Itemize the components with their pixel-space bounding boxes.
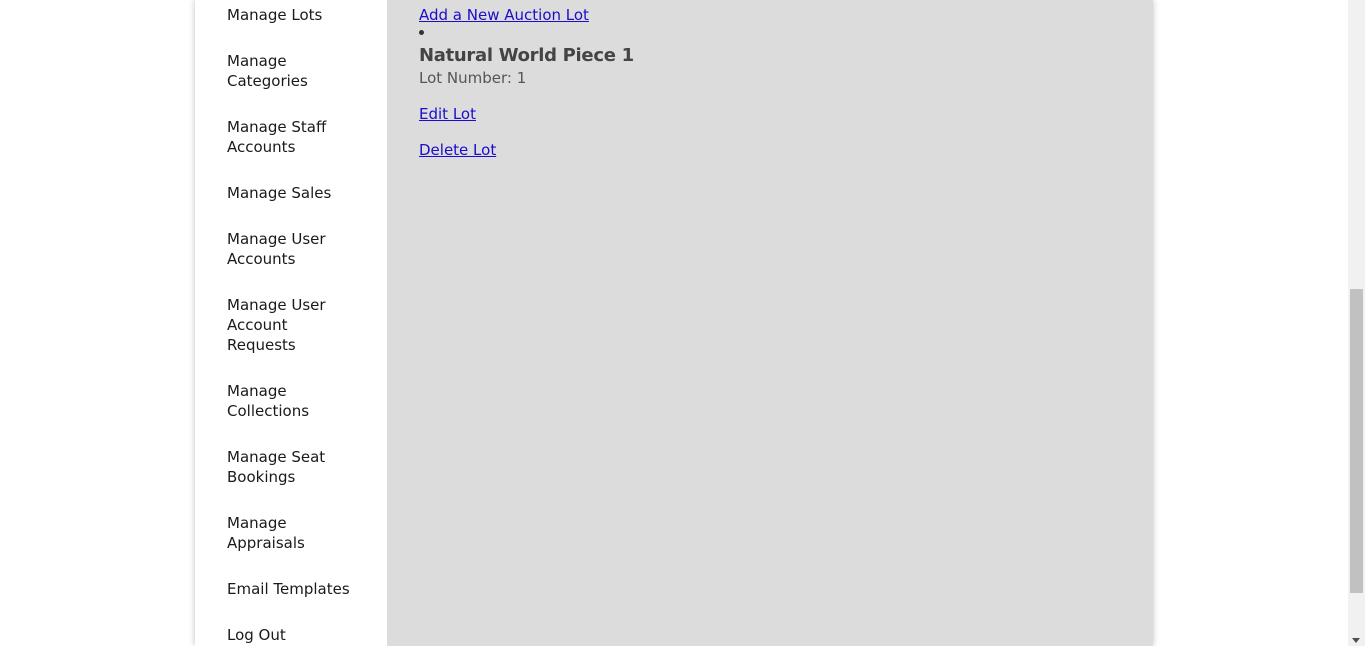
sidebar-item-manage-lots[interactable]: Manage Lots xyxy=(227,5,357,25)
sidebar-item-log-out[interactable]: Log Out xyxy=(227,625,357,645)
scrollbar-thumb[interactable] xyxy=(1350,289,1363,593)
browser-viewport: Manage Lots Manage Categories Manage Sta… xyxy=(0,0,1365,646)
vertical-scrollbar[interactable] xyxy=(1348,0,1365,646)
sidebar-item-manage-user-account-requests[interactable]: Manage User Account Requests xyxy=(227,295,357,355)
sidebar-item-manage-categories[interactable]: Manage Categories xyxy=(227,51,357,91)
sidebar-item-manage-staff-accounts[interactable]: Manage Staff Accounts xyxy=(227,117,357,157)
sidebar-item-manage-collections[interactable]: Manage Collections xyxy=(227,381,357,421)
admin-sidebar: Manage Lots Manage Categories Manage Sta… xyxy=(195,0,387,646)
page-container: Manage Lots Manage Categories Manage Sta… xyxy=(195,0,1153,646)
sidebar-item-email-templates[interactable]: Email Templates xyxy=(227,579,357,599)
edit-lot-link[interactable]: Edit Lot xyxy=(419,104,476,124)
sidebar-item-manage-seat-bookings[interactable]: Manage Seat Bookings xyxy=(227,447,357,487)
sidebar-item-manage-user-accounts[interactable]: Manage User Accounts xyxy=(227,229,357,269)
add-new-lot-link[interactable]: Add a New Auction Lot xyxy=(419,5,589,25)
sidebar-item-manage-sales[interactable]: Manage Sales xyxy=(227,183,357,203)
lot-title: Natural World Piece 1 xyxy=(419,45,634,66)
delete-lot-link[interactable]: Delete Lot xyxy=(419,140,496,160)
main-content: Add a New Auction Lot Natural World Piec… xyxy=(387,0,1153,646)
lot-number: Lot Number: 1 xyxy=(419,69,527,87)
sidebar-item-manage-appraisals[interactable]: Manage Appraisals xyxy=(227,513,357,553)
scroll-down-arrow-icon[interactable] xyxy=(1352,638,1360,643)
list-bullet xyxy=(419,30,424,35)
